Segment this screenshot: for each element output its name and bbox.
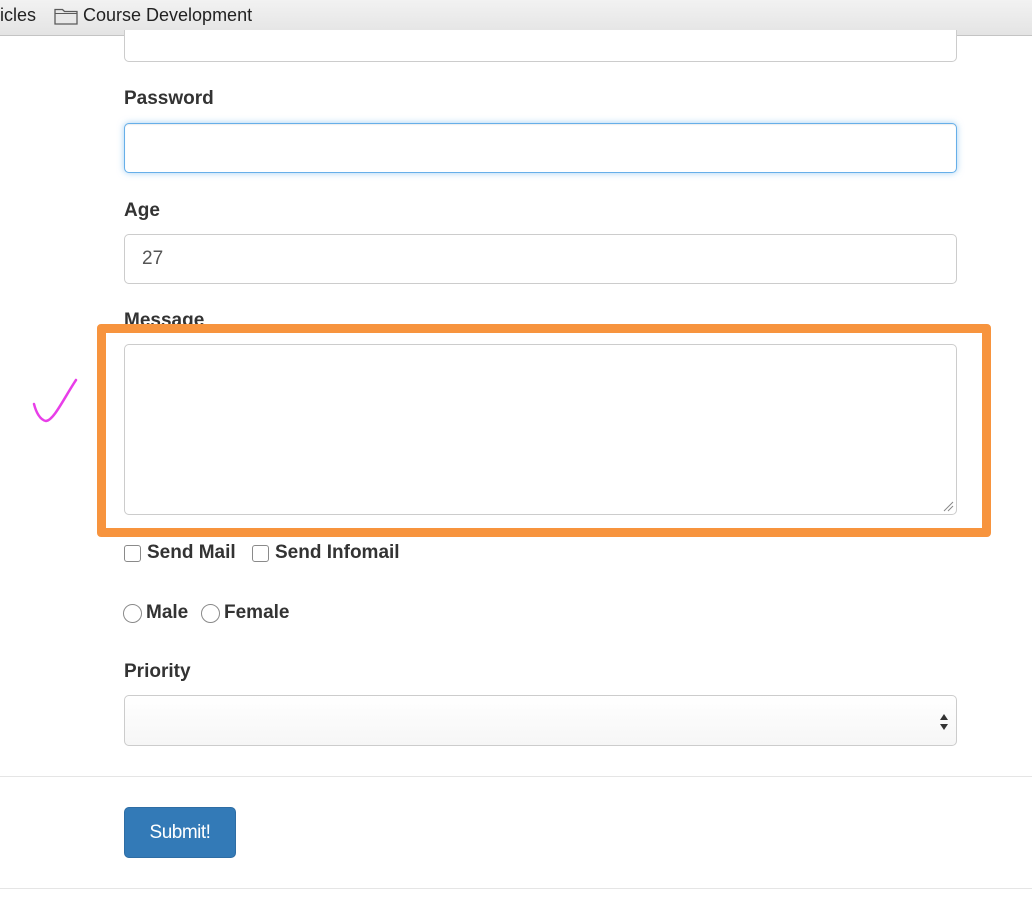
female-label: Female — [224, 602, 290, 623]
send-mail-label: Send Mail — [147, 542, 236, 563]
bookmark-articles[interactable]: icles — [0, 5, 36, 26]
email-field[interactable] — [124, 30, 957, 62]
password-label: Password — [124, 88, 214, 109]
send-infomail-option[interactable]: Send Infomail — [252, 542, 400, 564]
divider — [0, 776, 1032, 777]
divider — [0, 888, 1032, 889]
send-mail-checkbox[interactable] — [124, 544, 141, 562]
male-option[interactable]: Male — [123, 602, 188, 624]
female-radio[interactable] — [201, 603, 220, 623]
message-label: Message — [124, 310, 205, 331]
priority-label: Priority — [124, 661, 191, 682]
send-infomail-checkbox[interactable] — [252, 544, 269, 562]
checkmark-icon — [32, 378, 78, 423]
age-field[interactable] — [124, 234, 957, 284]
send-mail-option[interactable]: Send Mail — [124, 542, 236, 564]
female-option[interactable]: Female — [201, 602, 289, 624]
age-label: Age — [124, 200, 160, 221]
bookmark-course-development[interactable]: Course Development — [54, 5, 252, 26]
male-label: Male — [146, 602, 189, 623]
submit-button[interactable]: Submit! — [124, 807, 236, 858]
priority-select[interactable] — [124, 695, 957, 746]
send-infomail-label: Send Infomail — [275, 542, 400, 563]
message-textarea[interactable] — [124, 344, 957, 515]
resize-grip-icon[interactable] — [942, 500, 954, 512]
male-radio[interactable] — [123, 603, 142, 623]
select-arrows-icon — [940, 714, 948, 730]
bookmark-label: Course Development — [83, 5, 253, 25]
folder-icon — [54, 8, 78, 25]
password-field[interactable] — [124, 123, 957, 173]
